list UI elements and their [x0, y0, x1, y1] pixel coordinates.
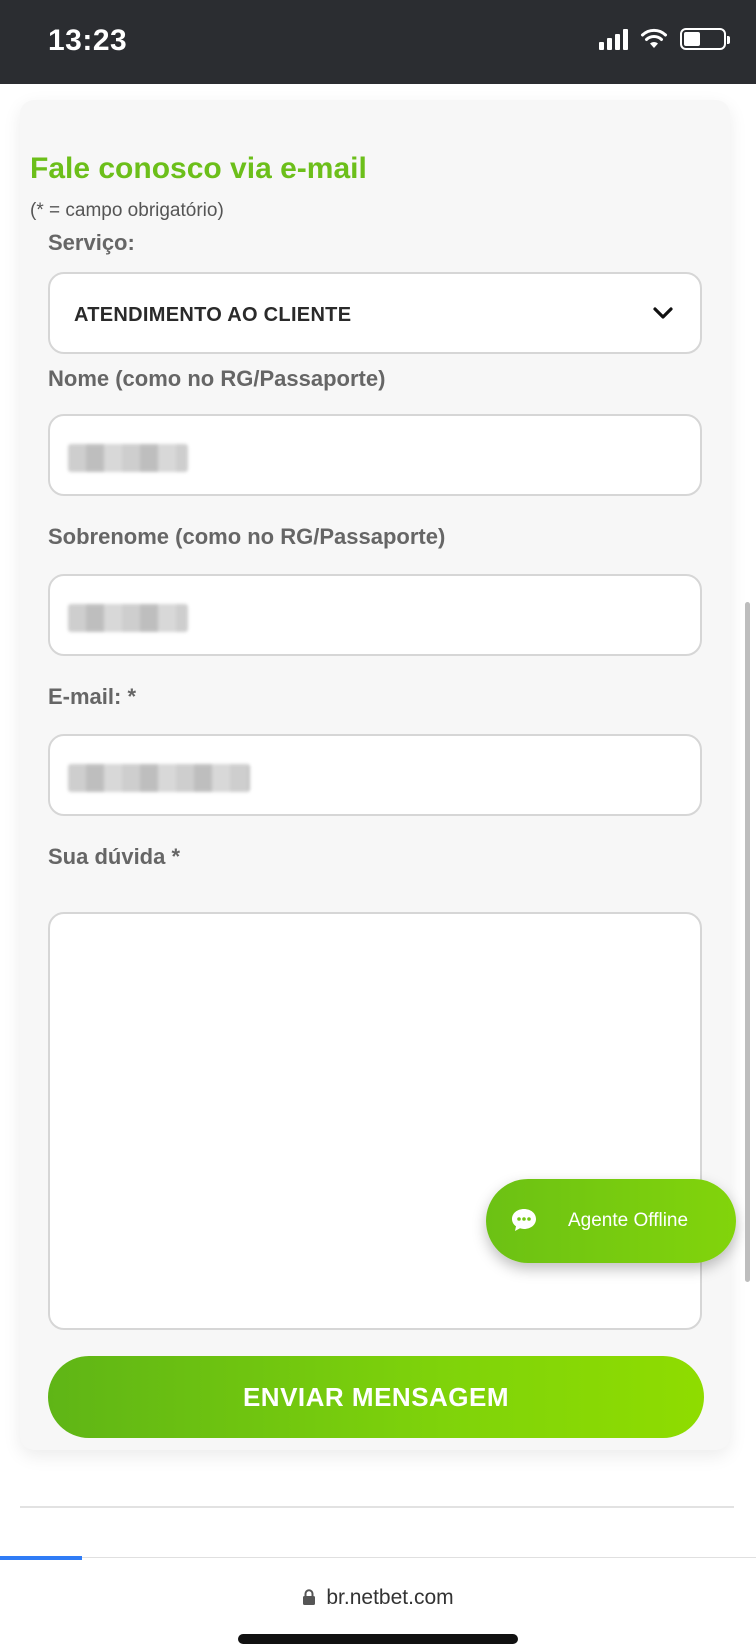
- status-bar: 13:23: [0, 0, 756, 84]
- redacted-value: [68, 604, 188, 632]
- status-time: 13:23: [48, 24, 128, 57]
- last-name-field[interactable]: [48, 574, 702, 656]
- question-textarea[interactable]: [48, 912, 702, 1330]
- redacted-value: [68, 764, 250, 792]
- url-text: br.netbet.com: [326, 1586, 454, 1609]
- redacted-value: [68, 444, 188, 472]
- live-chat-button[interactable]: Agente Offline: [486, 1179, 736, 1263]
- status-icons: [599, 28, 730, 50]
- browser-url-bar: br.netbet.com: [0, 1556, 756, 1650]
- cellular-signal-icon: [599, 28, 628, 50]
- email-field[interactable]: [48, 734, 702, 816]
- chat-bubble-icon: [512, 1209, 536, 1231]
- service-label: Serviço:: [48, 230, 135, 255]
- question-label: Sua dúvida *: [48, 844, 181, 869]
- battery-icon: [680, 28, 730, 50]
- chat-status-label: Agente Offline: [568, 1210, 689, 1231]
- service-select-value: ATENDIMENTO AO CLIENTE: [74, 304, 352, 326]
- first-name-label: Nome (como no RG/Passaporte): [48, 366, 386, 391]
- email-label: E-mail: *: [48, 684, 137, 709]
- scrollbar[interactable]: [745, 602, 750, 1282]
- send-message-button[interactable]: ENVIAR MENSAGEM: [48, 1356, 704, 1438]
- divider: [20, 1506, 734, 1508]
- url-display[interactable]: br.netbet.com: [0, 1586, 756, 1610]
- home-indicator[interactable]: [238, 1634, 518, 1644]
- last-name-label: Sobrenome (como no RG/Passaporte): [48, 524, 446, 549]
- lock-icon: [303, 1589, 316, 1605]
- page-content: Fale conosco via e-mail (* = campo obrig…: [0, 84, 756, 1560]
- form-title: Fale conosco via e-mail: [30, 152, 367, 185]
- wifi-icon: [641, 28, 667, 48]
- service-select[interactable]: ATENDIMENTO AO CLIENTE: [48, 272, 702, 354]
- required-note: (* = campo obrigatório): [30, 200, 224, 221]
- page-load-progress: [0, 1556, 82, 1560]
- first-name-field[interactable]: [48, 414, 702, 496]
- chevron-down-icon: [653, 307, 673, 319]
